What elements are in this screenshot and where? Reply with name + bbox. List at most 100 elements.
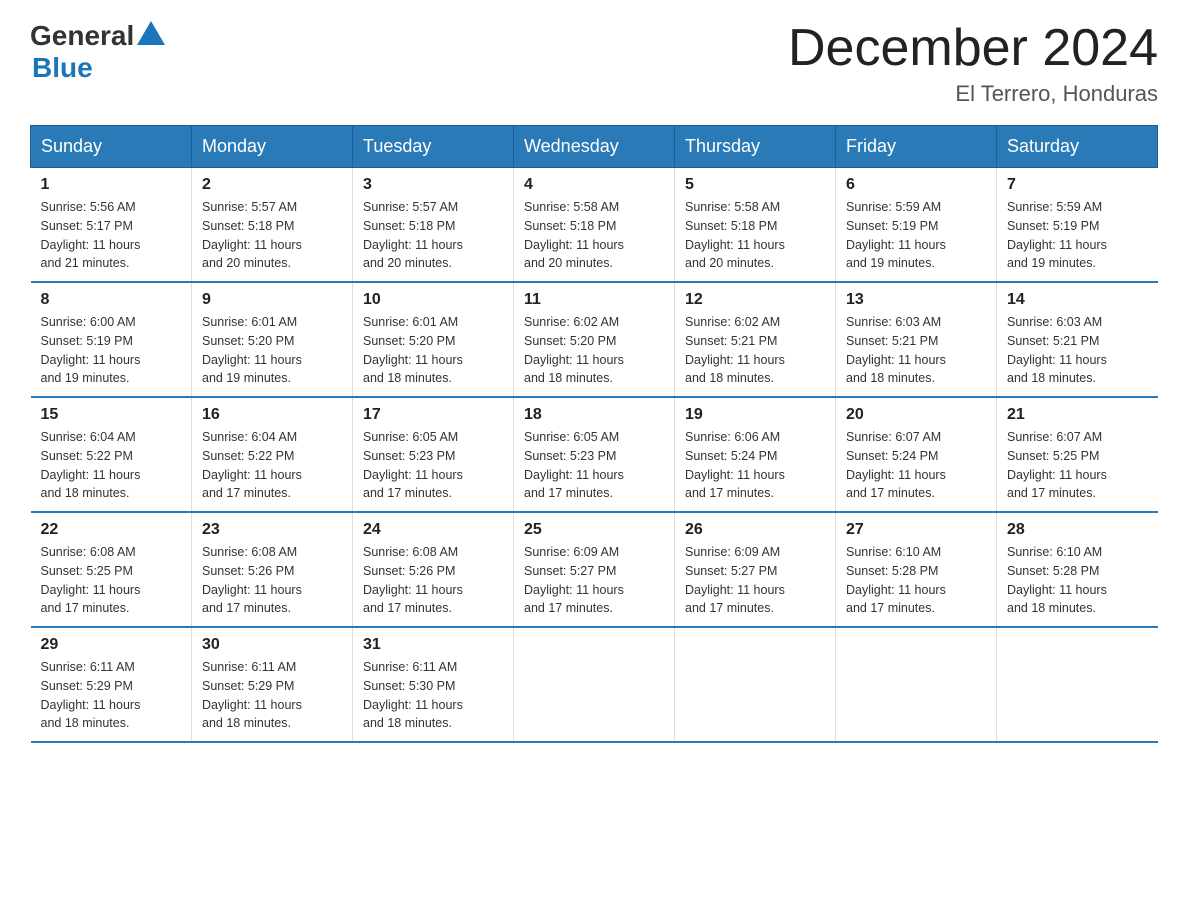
day-number: 31 bbox=[363, 636, 503, 654]
day-number: 11 bbox=[524, 291, 664, 309]
day-info: Sunrise: 6:01 AMSunset: 5:20 PMDaylight:… bbox=[202, 313, 342, 388]
table-row: 17 Sunrise: 6:05 AMSunset: 5:23 PMDayligh… bbox=[353, 397, 514, 512]
day-number: 26 bbox=[685, 521, 825, 539]
table-row bbox=[514, 627, 675, 742]
day-info: Sunrise: 6:04 AMSunset: 5:22 PMDaylight:… bbox=[41, 428, 182, 503]
day-number: 12 bbox=[685, 291, 825, 309]
table-row: 3Sunrise: 5:57 AMSunset: 5:18 PMDaylight… bbox=[353, 168, 514, 283]
table-row: 30 Sunrise: 6:11 AMSunset: 5:29 PMDayligh… bbox=[192, 627, 353, 742]
header-wednesday: Wednesday bbox=[514, 126, 675, 168]
day-number: 8 bbox=[41, 291, 182, 309]
day-info: Sunrise: 6:05 AMSunset: 5:23 PMDaylight:… bbox=[363, 428, 503, 503]
day-number: 20 bbox=[846, 406, 986, 424]
day-number: 25 bbox=[524, 521, 664, 539]
table-row: 24Sunrise: 6:08 AMSunset: 5:26 PMDayligh… bbox=[353, 512, 514, 627]
calendar-week-row: 1 Sunrise: 5:56 AMSunset: 5:17 PMDaylight… bbox=[31, 168, 1158, 283]
day-info: Sunrise: 5:57 AMSunset: 5:18 PMDaylight:… bbox=[363, 198, 503, 273]
day-number: 28 bbox=[1007, 521, 1148, 539]
table-row: 12 Sunrise: 6:02 AMSunset: 5:21 PMDayligh… bbox=[675, 282, 836, 397]
day-number: 29 bbox=[41, 636, 182, 654]
day-info: Sunrise: 6:11 AMSunset: 5:29 PMDaylight:… bbox=[41, 658, 182, 733]
day-info: Sunrise: 6:11 AMSunset: 5:30 PMDaylight:… bbox=[363, 658, 503, 733]
day-info: Sunrise: 6:07 AMSunset: 5:25 PMDaylight:… bbox=[1007, 428, 1148, 503]
day-number: 21 bbox=[1007, 406, 1148, 424]
table-row: 19 Sunrise: 6:06 AMSunset: 5:24 PMDayligh… bbox=[675, 397, 836, 512]
day-number: 4 bbox=[524, 176, 664, 194]
page-header: General Blue December 2024 El Terrero, H… bbox=[30, 20, 1158, 107]
day-info: Sunrise: 5:58 AMSunset: 5:18 PMDaylight:… bbox=[524, 198, 664, 273]
day-info: Sunrise: 6:00 AMSunset: 5:19 PMDaylight:… bbox=[41, 313, 182, 388]
header-sunday: Sunday bbox=[31, 126, 192, 168]
table-row: 4 Sunrise: 5:58 AMSunset: 5:18 PMDaylight… bbox=[514, 168, 675, 283]
calendar-week-row: 8 Sunrise: 6:00 AMSunset: 5:19 PMDaylight… bbox=[31, 282, 1158, 397]
table-row: 11 Sunrise: 6:02 AMSunset: 5:20 PMDayligh… bbox=[514, 282, 675, 397]
day-number: 23 bbox=[202, 521, 342, 539]
day-number: 15 bbox=[41, 406, 182, 424]
table-row: 31 Sunrise: 6:11 AMSunset: 5:30 PMDayligh… bbox=[353, 627, 514, 742]
day-info: Sunrise: 6:06 AMSunset: 5:24 PMDaylight:… bbox=[685, 428, 825, 503]
day-info: Sunrise: 6:05 AMSunset: 5:23 PMDaylight:… bbox=[524, 428, 664, 503]
day-number: 22 bbox=[41, 521, 182, 539]
title-section: December 2024 El Terrero, Honduras bbox=[788, 20, 1158, 107]
day-number: 17 bbox=[363, 406, 503, 424]
day-number: 27 bbox=[846, 521, 986, 539]
header-tuesday: Tuesday bbox=[353, 126, 514, 168]
table-row: 14Sunrise: 6:03 AMSunset: 5:21 PMDayligh… bbox=[997, 282, 1158, 397]
day-info: Sunrise: 5:57 AMSunset: 5:18 PMDaylight:… bbox=[202, 198, 342, 273]
table-row: 8 Sunrise: 6:00 AMSunset: 5:19 PMDaylight… bbox=[31, 282, 192, 397]
logo-triangle-icon bbox=[137, 21, 165, 45]
day-number: 18 bbox=[524, 406, 664, 424]
calendar-week-row: 22Sunrise: 6:08 AMSunset: 5:25 PMDayligh… bbox=[31, 512, 1158, 627]
day-number: 16 bbox=[202, 406, 342, 424]
location-subtitle: El Terrero, Honduras bbox=[788, 81, 1158, 107]
table-row: 15 Sunrise: 6:04 AMSunset: 5:22 PMDayligh… bbox=[31, 397, 192, 512]
table-row: 1 Sunrise: 5:56 AMSunset: 5:17 PMDaylight… bbox=[31, 168, 192, 283]
day-info: Sunrise: 6:11 AMSunset: 5:29 PMDaylight:… bbox=[202, 658, 342, 733]
day-number: 14 bbox=[1007, 291, 1148, 309]
day-info: Sunrise: 5:59 AMSunset: 5:19 PMDaylight:… bbox=[1007, 198, 1148, 273]
day-info: Sunrise: 5:58 AMSunset: 5:18 PMDaylight:… bbox=[685, 198, 825, 273]
day-info: Sunrise: 6:04 AMSunset: 5:22 PMDaylight:… bbox=[202, 428, 342, 503]
table-row: 20 Sunrise: 6:07 AMSunset: 5:24 PMDayligh… bbox=[836, 397, 997, 512]
table-row: 9 Sunrise: 6:01 AMSunset: 5:20 PMDaylight… bbox=[192, 282, 353, 397]
table-row bbox=[836, 627, 997, 742]
day-info: Sunrise: 5:56 AMSunset: 5:17 PMDaylight:… bbox=[41, 198, 182, 273]
day-number: 9 bbox=[202, 291, 342, 309]
table-row: 26 Sunrise: 6:09 AMSunset: 5:27 PMDayligh… bbox=[675, 512, 836, 627]
table-row: 13 Sunrise: 6:03 AMSunset: 5:21 PMDayligh… bbox=[836, 282, 997, 397]
calendar-header: Sunday Monday Tuesday Wednesday Thursday… bbox=[31, 126, 1158, 168]
table-row: 18 Sunrise: 6:05 AMSunset: 5:23 PMDayligh… bbox=[514, 397, 675, 512]
day-info: Sunrise: 6:09 AMSunset: 5:27 PMDaylight:… bbox=[685, 543, 825, 618]
day-info: Sunrise: 6:07 AMSunset: 5:24 PMDaylight:… bbox=[846, 428, 986, 503]
table-row: 7Sunrise: 5:59 AMSunset: 5:19 PMDaylight… bbox=[997, 168, 1158, 283]
day-info: Sunrise: 6:08 AMSunset: 5:26 PMDaylight:… bbox=[363, 543, 503, 618]
table-row: 28 Sunrise: 6:10 AMSunset: 5:28 PMDayligh… bbox=[997, 512, 1158, 627]
table-row: 22Sunrise: 6:08 AMSunset: 5:25 PMDayligh… bbox=[31, 512, 192, 627]
table-row bbox=[997, 627, 1158, 742]
day-number: 19 bbox=[685, 406, 825, 424]
day-info: Sunrise: 6:02 AMSunset: 5:20 PMDaylight:… bbox=[524, 313, 664, 388]
day-info: Sunrise: 6:08 AMSunset: 5:26 PMDaylight:… bbox=[202, 543, 342, 618]
table-row: 16 Sunrise: 6:04 AMSunset: 5:22 PMDayligh… bbox=[192, 397, 353, 512]
day-info: Sunrise: 5:59 AMSunset: 5:19 PMDaylight:… bbox=[846, 198, 986, 273]
month-title: December 2024 bbox=[788, 20, 1158, 77]
day-number: 5 bbox=[685, 176, 825, 194]
day-info: Sunrise: 6:01 AMSunset: 5:20 PMDaylight:… bbox=[363, 313, 503, 388]
header-saturday: Saturday bbox=[997, 126, 1158, 168]
table-row: 21 Sunrise: 6:07 AMSunset: 5:25 PMDayligh… bbox=[997, 397, 1158, 512]
table-row: 10 Sunrise: 6:01 AMSunset: 5:20 PMDayligh… bbox=[353, 282, 514, 397]
logo-general-text: General bbox=[30, 20, 134, 52]
day-info: Sunrise: 6:10 AMSunset: 5:28 PMDaylight:… bbox=[1007, 543, 1148, 618]
table-row: 6Sunrise: 5:59 AMSunset: 5:19 PMDaylight… bbox=[836, 168, 997, 283]
day-info: Sunrise: 6:03 AMSunset: 5:21 PMDaylight:… bbox=[846, 313, 986, 388]
header-friday: Friday bbox=[836, 126, 997, 168]
day-number: 2 bbox=[202, 176, 342, 194]
day-number: 30 bbox=[202, 636, 342, 654]
day-info: Sunrise: 6:02 AMSunset: 5:21 PMDaylight:… bbox=[685, 313, 825, 388]
day-number: 10 bbox=[363, 291, 503, 309]
calendar-week-row: 15 Sunrise: 6:04 AMSunset: 5:22 PMDayligh… bbox=[31, 397, 1158, 512]
logo-blue-text: Blue bbox=[32, 52, 93, 83]
day-number: 1 bbox=[41, 176, 182, 194]
day-number: 13 bbox=[846, 291, 986, 309]
header-monday: Monday bbox=[192, 126, 353, 168]
